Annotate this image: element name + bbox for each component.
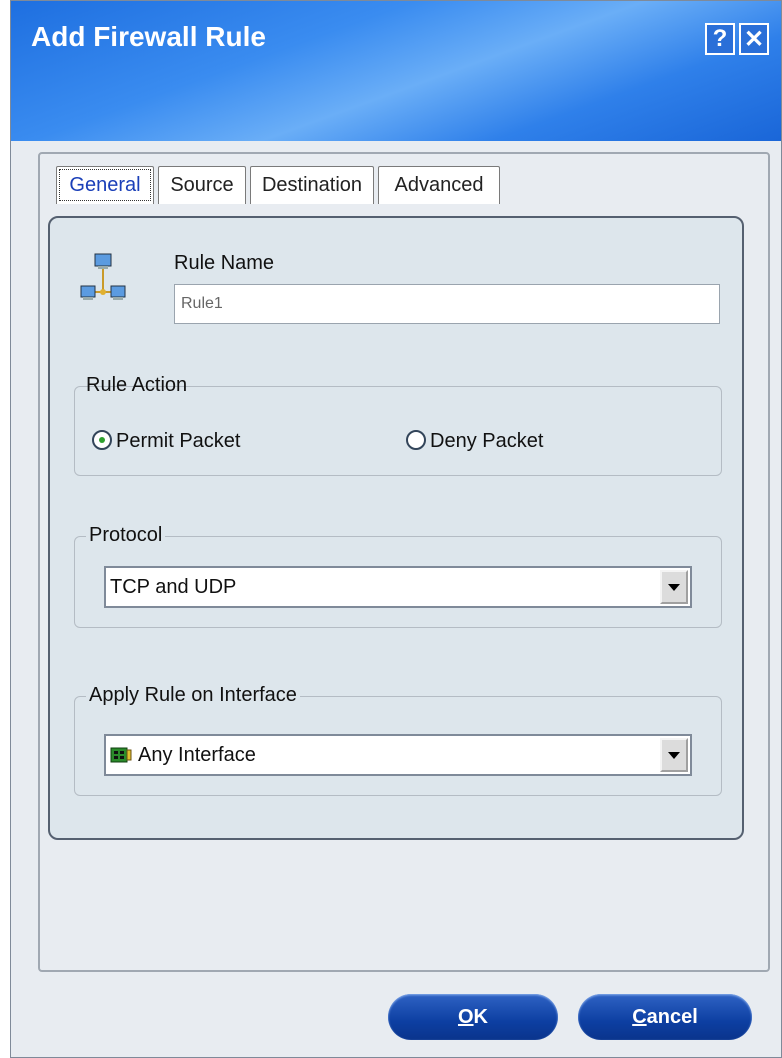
interface-dropdown-button[interactable] <box>660 738 688 772</box>
title-bar: Add Firewall Rule ? ✕ <box>11 1 781 141</box>
radio-selected-dot <box>99 437 105 443</box>
close-button[interactable]: ✕ <box>739 23 769 55</box>
protocol-label: Protocol <box>86 524 166 547</box>
ok-label-rest: K <box>473 1005 488 1028</box>
interface-select[interactable]: Any Interface <box>104 734 692 776</box>
dialog-title: Add Firewall Rule <box>31 21 266 52</box>
interface-label: Apply Rule on Interface <box>86 684 300 707</box>
tab-advanced[interactable]: Advanced <box>378 166 500 204</box>
permit-packet-label[interactable]: Permit Packet <box>116 430 240 453</box>
chevron-down-icon <box>668 583 680 591</box>
rule-name-label: Rule Name <box>174 252 275 274</box>
protocol-select[interactable]: TCP and UDP <box>104 566 692 608</box>
deny-packet-label[interactable]: Deny Packet <box>430 430 543 453</box>
tab-general[interactable]: General <box>56 166 154 204</box>
deny-packet-radio[interactable] <box>406 430 426 450</box>
interface-value: Any Interface <box>138 743 256 766</box>
cancel-accelerator: C <box>632 1005 647 1028</box>
network-card-icon <box>110 747 132 763</box>
network-computers-icon <box>80 253 126 300</box>
ok-accelerator: O <box>457 1005 474 1028</box>
rule-name-input[interactable]: Rule1 <box>174 284 720 324</box>
chevron-down-icon <box>668 751 680 759</box>
protocol-value: TCP and UDP <box>110 575 237 598</box>
cancel-button[interactable]: Cancel <box>578 994 752 1040</box>
protocol-dropdown-button[interactable] <box>660 570 688 604</box>
help-button[interactable]: ? <box>705 23 735 55</box>
ok-button[interactable]: OK <box>388 994 558 1040</box>
tab-destination[interactable]: Destination <box>250 166 374 204</box>
rule-action-label: Rule Action <box>86 374 188 396</box>
permit-packet-radio[interactable] <box>92 430 112 450</box>
cancel-label-rest: ancel <box>646 1005 698 1028</box>
general-tab-content: Rule Name Rule1 Rule Action Permit Packe… <box>48 216 744 840</box>
tab-source[interactable]: Source <box>158 166 246 204</box>
